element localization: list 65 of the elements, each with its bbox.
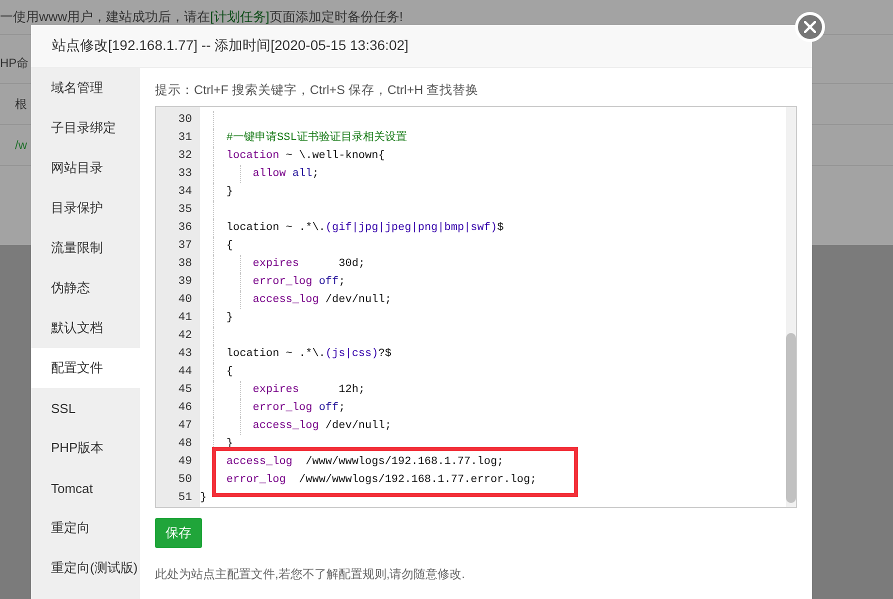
scrollbar[interactable] — [786, 107, 796, 507]
line-number: 37 — [177, 238, 193, 254]
line-number: 42 — [177, 328, 193, 344]
code-line: location ~ \.well-known{ — [226, 150, 385, 162]
line-number: 51 — [177, 490, 193, 506]
sidebar-item[interactable]: 域名管理 — [31, 68, 140, 108]
line-number: 47 — [177, 418, 193, 434]
close-icon — [804, 21, 816, 33]
code-line: } — [226, 186, 233, 198]
sidebar-item[interactable]: 流量限制 — [31, 228, 140, 268]
line-number: 43 — [177, 346, 193, 362]
sidebar-item[interactable]: 目录保护 — [31, 188, 140, 228]
code-line: expires 30d; — [252, 258, 366, 270]
background-text: /w — [14, 138, 27, 152]
background-text: 根 — [14, 96, 27, 112]
line-number: 38 — [177, 256, 193, 272]
line-number: 45 — [177, 382, 193, 398]
sidebar-item[interactable]: 默认文档 — [31, 308, 140, 348]
code-line: location ~ .*\.(gif|jpg|jpeg|png|bmp|swf)$ — [226, 222, 504, 234]
sidebar-item[interactable]: 伪静态 — [31, 268, 140, 308]
sidebar-item[interactable]: PHP版本 — [31, 428, 140, 468]
line-number: 41 — [177, 310, 193, 326]
line-number: 50 — [177, 472, 193, 488]
code-line: } — [200, 492, 207, 504]
code-line: { — [226, 366, 233, 378]
line-number: 35 — [177, 202, 193, 218]
code-line: error_log /www/wwwlogs/192.168.1.77.error.log; — [226, 474, 537, 486]
line-number: 49 — [177, 454, 193, 470]
code-line: #一键申请SSL证书验证目录相关设置 — [226, 132, 407, 144]
note-text: 此处为站点主配置文件,若您不了解配置规则,请勿随意修改. — [155, 566, 466, 583]
notice-text: 页面添加定时备份任务! — [269, 8, 404, 26]
line-number: 46 — [177, 400, 193, 416]
sidebar-item[interactable]: 重定向(测试版) — [31, 548, 140, 588]
sidebar-item[interactable]: 子目录绑定 — [31, 108, 140, 148]
code-line: access_log /www/wwwlogs/192.168.1.77.log; — [226, 456, 504, 468]
sidebar-item[interactable]: 网站目录 — [31, 148, 140, 188]
code-line: { — [226, 240, 233, 252]
notice-text: 一使用www用户，建站成功后，请在 — [0, 8, 210, 26]
code-line: access_log /dev/null; — [252, 420, 392, 432]
code-line: error_log off; — [252, 276, 346, 288]
line-number: 44 — [177, 364, 193, 380]
code-line: } — [226, 312, 233, 324]
line-number: 33 — [177, 166, 193, 182]
code-line: expires 12h; — [252, 384, 366, 396]
background-text: HP命 — [0, 54, 29, 72]
sidebar-item[interactable]: Tomcat — [31, 468, 140, 508]
code-line: access_log /dev/null; — [252, 294, 392, 306]
line-number: 30 — [177, 112, 193, 128]
line-number: 48 — [177, 436, 193, 452]
dialog-title: 站点修改[192.168.1.77] -- 添加时间[2020-05-15 13:36:02] — [31, 25, 812, 68]
task-link[interactable]: [计划任务] — [210, 8, 270, 26]
code-line: allow all; — [252, 168, 319, 180]
line-number: 40 — [177, 292, 193, 308]
hint-text: 提示：Ctrl+F 搜索关键字，Ctrl+S 保存，Ctrl+H 查找替换 — [155, 82, 480, 99]
code-editor[interactable] — [155, 106, 797, 508]
sidebar-item[interactable]: SSL — [31, 388, 140, 428]
code-line: location ~ .*\.(js|css)?$ — [226, 348, 392, 360]
sidebar-item[interactable]: 重定向 — [31, 508, 140, 548]
sidebar-item[interactable]: 配置文件 — [31, 348, 140, 388]
line-number: 36 — [177, 220, 193, 236]
code-line: error_log off; — [252, 402, 346, 414]
line-number: 32 — [177, 148, 193, 164]
line-number: 39 — [177, 274, 193, 290]
line-number: 34 — [177, 184, 193, 200]
line-number: 31 — [177, 130, 193, 146]
